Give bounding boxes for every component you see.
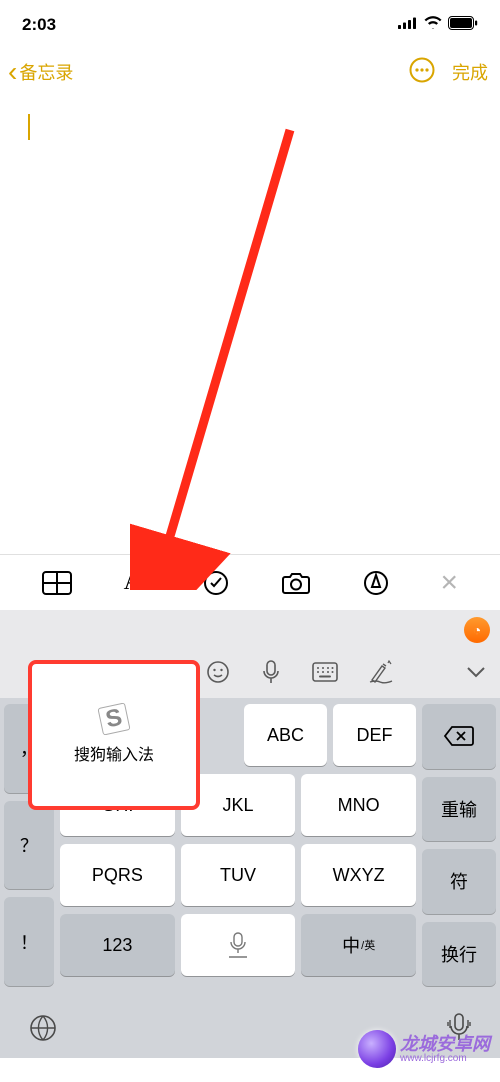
watermark: 龙城安卓网 www.lcjrfg.com: [358, 1030, 490, 1068]
table-icon[interactable]: [42, 571, 72, 595]
more-button[interactable]: [408, 56, 436, 89]
nav-bar: ‹ 备忘录 完成: [0, 50, 500, 94]
text-format-icon[interactable]: Aa: [124, 569, 152, 596]
key-mno[interactable]: MNO: [301, 774, 416, 836]
sogou-label: 搜狗输入法: [74, 741, 154, 765]
voice-icon[interactable]: [260, 659, 282, 690]
format-toolbar: Aa ×: [0, 554, 500, 610]
key-backspace[interactable]: [422, 704, 496, 769]
chevron-left-icon: ‹: [8, 56, 17, 88]
ime-avatar-icon[interactable]: ◔: [464, 617, 490, 643]
done-button[interactable]: 完成: [452, 59, 488, 85]
key-def[interactable]: DEF: [333, 704, 416, 766]
question-key[interactable]: ？: [4, 801, 54, 890]
key-tuv[interactable]: TUV: [181, 844, 296, 906]
key-symbol[interactable]: 符: [422, 849, 496, 914]
signal-icon: [398, 16, 418, 34]
emoji-icon[interactable]: [206, 660, 230, 689]
checklist-icon[interactable]: [203, 570, 229, 596]
markup-icon[interactable]: [363, 570, 389, 596]
back-button[interactable]: ‹ 备忘录: [8, 56, 73, 88]
back-label: 备忘录: [19, 59, 73, 85]
chevron-down-icon[interactable]: [466, 665, 486, 683]
ime-account-strip: ◔: [0, 610, 500, 650]
sogou-logo-icon: S: [97, 702, 130, 735]
close-keyboard-icon[interactable]: ×: [441, 566, 459, 600]
watermark-url: www.lcjrfg.com: [400, 1053, 490, 1064]
watermark-logo-icon: [358, 1030, 396, 1068]
exclaim-key[interactable]: ！: [4, 897, 54, 986]
key-language[interactable]: 中/英: [301, 914, 416, 976]
status-time: 2:03: [22, 15, 56, 35]
key-space[interactable]: [181, 914, 296, 976]
camera-icon[interactable]: [281, 571, 311, 595]
key-pqrs[interactable]: PQRS: [60, 844, 175, 906]
note-editor[interactable]: [0, 94, 500, 554]
key-wxyz[interactable]: WXYZ: [301, 844, 416, 906]
key-numbers[interactable]: 123: [60, 914, 175, 976]
status-bar: 2:03: [0, 0, 500, 50]
status-icons: [398, 16, 478, 35]
globe-icon[interactable]: [28, 1013, 58, 1048]
key-reinput[interactable]: 重输: [422, 777, 496, 842]
key-abc[interactable]: ABC: [244, 704, 327, 766]
keyboard-switch-icon[interactable]: [312, 662, 338, 687]
watermark-brand: 龙城安卓网: [400, 1035, 490, 1053]
text-cursor: [28, 114, 30, 140]
sogou-ime-button[interactable]: S 搜狗输入法: [28, 660, 200, 810]
battery-icon: [448, 16, 478, 35]
wifi-icon: [424, 16, 442, 34]
key-enter[interactable]: 换行: [422, 922, 496, 987]
handwriting-icon[interactable]: [368, 660, 394, 689]
